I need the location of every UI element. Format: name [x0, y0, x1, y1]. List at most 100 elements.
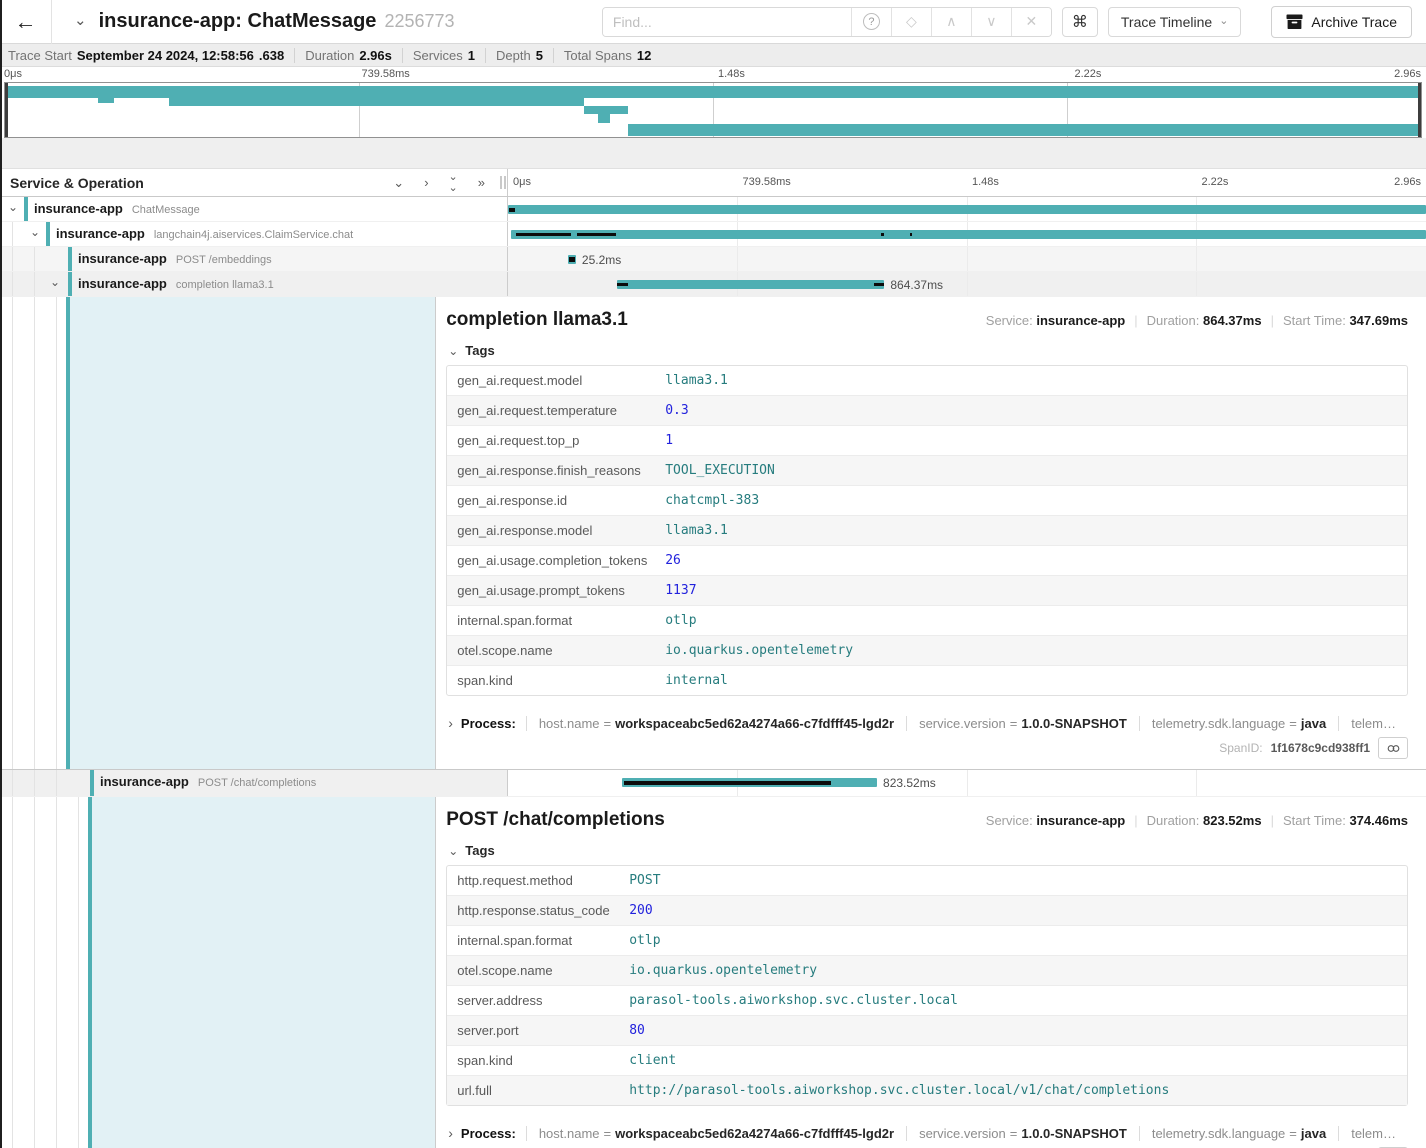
tag-key: server.port: [457, 1023, 629, 1038]
tag-key: internal.span.format: [457, 613, 665, 628]
tag-value: 26: [665, 553, 681, 568]
process-accordion[interactable]: › Process: host.name=workspaceabc5ed62a4…: [448, 1125, 1408, 1141]
trace-total-spans: Total Spans12: [553, 48, 661, 63]
clear-find-button[interactable]: ✕: [1011, 8, 1051, 36]
tag-row: gen_ai.request.top_p 1: [447, 426, 1407, 456]
span-detail-indent: [0, 797, 436, 1148]
tag-value: 200: [629, 903, 652, 918]
span-tree-cell-post-chat-completions[interactable]: insurance-appPOST /chat/completions: [0, 770, 508, 796]
timeline-header-row: Service & Operation ⌄ › ⌄⌄ » 0μs 739.58m…: [0, 169, 1426, 197]
prev-match-button[interactable]: ∧: [931, 8, 971, 36]
tag-key: gen_ai.usage.completion_tokens: [457, 553, 665, 568]
tags-table: gen_ai.request.model llama3.1 gen_ai.req…: [446, 365, 1408, 696]
span-bar[interactable]: 25.2ms: [568, 255, 576, 264]
find-help[interactable]: ?: [851, 8, 891, 36]
span-bar[interactable]: 823.52ms: [622, 778, 877, 787]
tag-row: gen_ai.request.model llama3.1: [447, 366, 1407, 396]
find-control: ? ◇ ∧ ∨ ✕: [602, 7, 1052, 37]
trace-timeline-dropdown[interactable]: Trace Timeline ⌄: [1108, 7, 1242, 37]
tag-key: gen_ai.request.model: [457, 373, 665, 388]
window-edge: [0, 0, 2, 1148]
expand-all-icon[interactable]: »: [478, 176, 485, 189]
timeline-ruler: 0μs 739.58ms 1.48s 2.22s 2.96s: [508, 169, 1426, 196]
service-accent: [46, 222, 50, 246]
tag-row: internal.span.format otlp: [447, 926, 1407, 956]
trace-timeline-label: Trace Timeline: [1121, 14, 1212, 30]
keyboard-shortcuts-button[interactable]: ⌘: [1062, 7, 1098, 37]
column-resize-grip[interactable]: [500, 176, 506, 189]
tag-value: 0.3: [665, 403, 688, 418]
topbar: ← ⌄ insurance-app: ChatMessage 2256773 ?…: [0, 0, 1426, 44]
tag-row: otel.scope.name io.quarkus.opentelemetry: [447, 956, 1407, 986]
tag-value: client: [629, 1053, 676, 1068]
span-detail-section: POST /chat/completions Service: insuranc…: [0, 797, 1426, 1148]
tag-key: otel.scope.name: [457, 963, 629, 978]
minimap-left-handle[interactable]: [5, 83, 8, 137]
tag-row: internal.span.format otlp: [447, 606, 1407, 636]
trace-depth: Depth5: [485, 48, 553, 63]
tag-row: otel.scope.name io.quarkus.opentelemetry: [447, 636, 1407, 666]
span-bar[interactable]: [508, 205, 1426, 214]
tag-key: otel.scope.name: [457, 643, 665, 658]
process-accordion[interactable]: › Process: host.name=workspaceabc5ed62a4…: [448, 715, 1408, 731]
tag-key: span.kind: [457, 673, 665, 688]
minimap[interactable]: [4, 82, 1422, 138]
tag-row: gen_ai.response.model llama3.1: [447, 516, 1407, 546]
span-tree-cell-post-embeddings[interactable]: insurance-appPOST /embeddings: [0, 247, 508, 271]
tags-accordion[interactable]: ⌄Tags: [448, 343, 1408, 358]
tag-key: gen_ai.response.id: [457, 493, 665, 508]
chevron-down-icon[interactable]: ⌄: [8, 200, 18, 214]
tag-key: gen_ai.request.top_p: [457, 433, 665, 448]
minimap-span-bar: [584, 106, 628, 114]
span-tree-cell-completion-llama[interactable]: ⌄ insurance-appcompletion llama3.1: [0, 272, 508, 296]
span-tree-cell-claimservice-chat[interactable]: ⌄ insurance-applangchain4j.aiservices.Cl…: [0, 222, 508, 246]
minimap-span-bar: [598, 114, 609, 123]
tag-key: gen_ai.request.temperature: [457, 403, 665, 418]
span-bar[interactable]: 864.37ms: [617, 280, 884, 289]
span-row: insurance-appPOST /chat/completions 823.…: [0, 770, 1426, 797]
tag-value: 1137: [665, 583, 696, 598]
span-row: ⌄ insurance-appcompletion llama3.1 864.3…: [0, 272, 1426, 297]
tag-key: gen_ai.usage.prompt_tokens: [457, 583, 665, 598]
find-input[interactable]: [603, 8, 851, 36]
tag-key: http.response.status_code: [457, 903, 629, 918]
link-icon: [1387, 744, 1400, 753]
tag-key: http.request.method: [457, 873, 629, 888]
span-detail-highlight: [88, 797, 435, 1148]
tag-value: otlp: [665, 613, 696, 628]
chevron-down-icon[interactable]: ⌄: [30, 225, 40, 239]
span-duration-label: 864.37ms: [890, 278, 943, 292]
back-button[interactable]: ←: [0, 0, 52, 44]
focus-match-button[interactable]: ◇: [891, 8, 931, 36]
span-detail-panel: POST /chat/completions Service: insuranc…: [436, 797, 1426, 1148]
tags-accordion[interactable]: ⌄Tags: [448, 843, 1408, 858]
span-meta: Service: insurance-app|Duration: 864.37m…: [986, 313, 1408, 328]
tag-row: gen_ai.response.id chatcmpl-383: [447, 486, 1407, 516]
copy-link-button[interactable]: [1378, 737, 1408, 759]
span-row: ⌄ insurance-applangchain4j.aiservices.Cl…: [0, 222, 1426, 247]
span-duration-label: 25.2ms: [582, 253, 621, 267]
span-bar[interactable]: [511, 230, 1426, 239]
tag-row: gen_ai.usage.completion_tokens 26: [447, 546, 1407, 576]
chevron-right-icon: ›: [448, 715, 453, 731]
minimap-right-handle[interactable]: [1418, 83, 1421, 137]
minimap-span-bar: [628, 124, 1418, 136]
expand-one-icon[interactable]: ›: [424, 176, 428, 189]
span-id-row: SpanID:1f1678c9cd938ff1: [446, 737, 1408, 759]
collapse-all-icon[interactable]: ⌄⌄: [449, 172, 458, 194]
minimap-ruler: 0μs 739.58ms 1.48s 2.22s 2.96s: [0, 67, 1426, 82]
collapse-header-icon[interactable]: ⌄: [74, 11, 87, 29]
span-tree-cell-chatmessage[interactable]: ⌄ insurance-appChatMessage: [0, 197, 508, 221]
tag-value: io.quarkus.opentelemetry: [665, 643, 853, 658]
next-match-button[interactable]: ∨: [971, 8, 1011, 36]
trace-id: 2256773: [384, 11, 454, 32]
tag-row: server.address parasol-tools.aiworkshop.…: [447, 986, 1407, 1016]
service-accent: [68, 272, 72, 296]
span-timeline-cell: 25.2ms: [508, 247, 1426, 271]
collapse-one-icon[interactable]: ⌄: [393, 176, 404, 189]
tag-value: llama3.1: [665, 523, 728, 538]
archive-trace-button[interactable]: Archive Trace: [1271, 6, 1412, 38]
span-timeline-cell: [508, 222, 1426, 246]
chevron-down-icon[interactable]: ⌄: [50, 275, 60, 289]
tag-row: gen_ai.usage.prompt_tokens 1137: [447, 576, 1407, 606]
